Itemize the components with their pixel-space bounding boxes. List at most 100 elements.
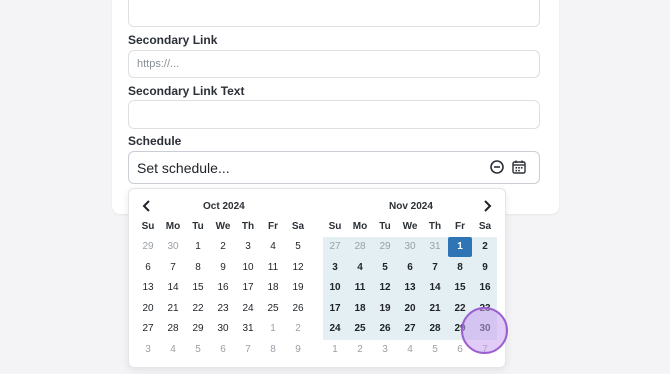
weekday-left-we: We [215, 221, 231, 232]
calendar-day[interactable]: 6 [136, 258, 160, 278]
calendar-day[interactable]: 2 [348, 340, 372, 360]
calendar-day[interactable]: 25 [261, 299, 285, 319]
calendar-day[interactable]: 2 [286, 319, 310, 339]
schedule-label: Schedule [128, 134, 182, 148]
calendar-day[interactable]: 1 [448, 237, 472, 257]
calendar-day[interactable]: 20 [136, 299, 160, 319]
calendar-day[interactable]: 8 [261, 340, 285, 360]
calendar-day[interactable]: 27 [323, 237, 347, 257]
month-title-left: Oct 2024 [203, 201, 245, 212]
calendar-day[interactable]: 1 [186, 237, 210, 257]
calendar-day[interactable]: 26 [286, 299, 310, 319]
calendar-day[interactable]: 4 [161, 340, 185, 360]
previous-field-input[interactable] [128, 0, 540, 27]
calendar-day[interactable]: 23 [211, 299, 235, 319]
minus-circle-icon[interactable] [489, 159, 505, 175]
calendar-day[interactable]: 11 [261, 258, 285, 278]
calendar-day[interactable]: 19 [286, 278, 310, 298]
calendar-day[interactable]: 16 [211, 278, 235, 298]
calendar-day[interactable]: 27 [398, 319, 422, 339]
calendar-day[interactable]: 12 [286, 258, 310, 278]
calendar-day[interactable]: 3 [323, 258, 347, 278]
calendar-day[interactable]: 28 [348, 237, 372, 257]
calendar-day[interactable]: 13 [398, 278, 422, 298]
weekday-left-fr: Fr [268, 221, 278, 232]
secondary-link-input[interactable]: https://... [128, 50, 540, 78]
calendar-day[interactable]: 7 [423, 258, 447, 278]
calendar-day[interactable]: 4 [348, 258, 372, 278]
secondary-link-placeholder: https://... [137, 58, 180, 70]
calendar-day[interactable]: 5 [186, 340, 210, 360]
calendar-day[interactable]: 5 [423, 340, 447, 360]
calendar-day[interactable]: 11 [348, 278, 372, 298]
calendar-day[interactable]: 8 [448, 258, 472, 278]
calendar-day[interactable]: 20 [398, 299, 422, 319]
calendar-day[interactable]: 30 [211, 319, 235, 339]
calendar-day[interactable]: 31 [423, 237, 447, 257]
calendar-day[interactable]: 4 [261, 237, 285, 257]
calendar-day[interactable]: 6 [211, 340, 235, 360]
calendar-day[interactable]: 29 [373, 237, 397, 257]
calendar-day[interactable]: 21 [161, 299, 185, 319]
calendar-day[interactable]: 19 [373, 299, 397, 319]
calendar-day[interactable]: 24 [323, 319, 347, 339]
calendar-day[interactable]: 9 [211, 258, 235, 278]
calendar-day[interactable]: 3 [236, 237, 260, 257]
calendar-day[interactable]: 17 [236, 278, 260, 298]
weekday-left-sa: Sa [291, 221, 305, 232]
calendar-day[interactable]: 2 [211, 237, 235, 257]
calendar-day[interactable]: 28 [161, 319, 185, 339]
weekday-left-tu: Tu [192, 221, 204, 232]
calendar-day[interactable]: 15 [186, 278, 210, 298]
weekday-right-th: Th [428, 221, 442, 232]
weekday-left-th: Th [241, 221, 255, 232]
schedule-value: Set schedule... [137, 160, 230, 176]
calendar-day[interactable]: 18 [348, 299, 372, 319]
schedule-input[interactable]: Set schedule... [128, 151, 540, 184]
chevron-right-icon[interactable] [480, 199, 494, 213]
calendar-day[interactable]: 31 [236, 319, 260, 339]
calendar-icon[interactable] [511, 159, 527, 175]
calendar-day[interactable]: 15 [448, 278, 472, 298]
calendar-day[interactable]: 25 [348, 319, 372, 339]
calendar-day[interactable]: 29 [136, 237, 160, 257]
calendar-day[interactable]: 18 [261, 278, 285, 298]
calendar-day[interactable]: 21 [423, 299, 447, 319]
calendar-day[interactable]: 3 [136, 340, 160, 360]
calendar-day[interactable]: 3 [373, 340, 397, 360]
calendar-day[interactable]: 5 [373, 258, 397, 278]
calendar-day[interactable]: 17 [323, 299, 347, 319]
secondary-link-text-input[interactable] [128, 100, 540, 129]
calendar-day[interactable]: 7 [236, 340, 260, 360]
calendar-day[interactable]: 24 [236, 299, 260, 319]
calendar-day[interactable]: 9 [473, 258, 497, 278]
calendar-day[interactable]: 30 [161, 237, 185, 257]
chevron-left-icon[interactable] [140, 199, 154, 213]
calendar-day[interactable]: 1 [323, 340, 347, 360]
calendar-day[interactable]: 1 [261, 319, 285, 339]
calendar-day[interactable]: 27 [136, 319, 160, 339]
secondary-link-label: Secondary Link [128, 33, 218, 47]
calendar-day[interactable]: 16 [473, 278, 497, 298]
calendar-day[interactable]: 22 [186, 299, 210, 319]
weekday-left-su: Su [141, 221, 155, 232]
calendar-day[interactable]: 26 [373, 319, 397, 339]
calendar-day[interactable]: 8 [186, 258, 210, 278]
calendar-day[interactable]: 10 [323, 278, 347, 298]
calendar-day[interactable]: 6 [398, 258, 422, 278]
calendar-day[interactable]: 30 [398, 237, 422, 257]
calendar-day[interactable]: 12 [373, 278, 397, 298]
calendar-day[interactable]: 7 [161, 258, 185, 278]
calendar-day[interactable]: 28 [423, 319, 447, 339]
calendar-day[interactable]: 14 [161, 278, 185, 298]
weekday-right-fr: Fr [455, 221, 465, 232]
calendar-day[interactable]: 10 [236, 258, 260, 278]
calendar-day[interactable]: 2 [473, 237, 497, 257]
calendar-day[interactable]: 9 [286, 340, 310, 360]
weekday-right-su: Su [328, 221, 342, 232]
calendar-day[interactable]: 5 [286, 237, 310, 257]
calendar-day[interactable]: 14 [423, 278, 447, 298]
calendar-day[interactable]: 29 [186, 319, 210, 339]
calendar-day[interactable]: 13 [136, 278, 160, 298]
calendar-day[interactable]: 4 [398, 340, 422, 360]
